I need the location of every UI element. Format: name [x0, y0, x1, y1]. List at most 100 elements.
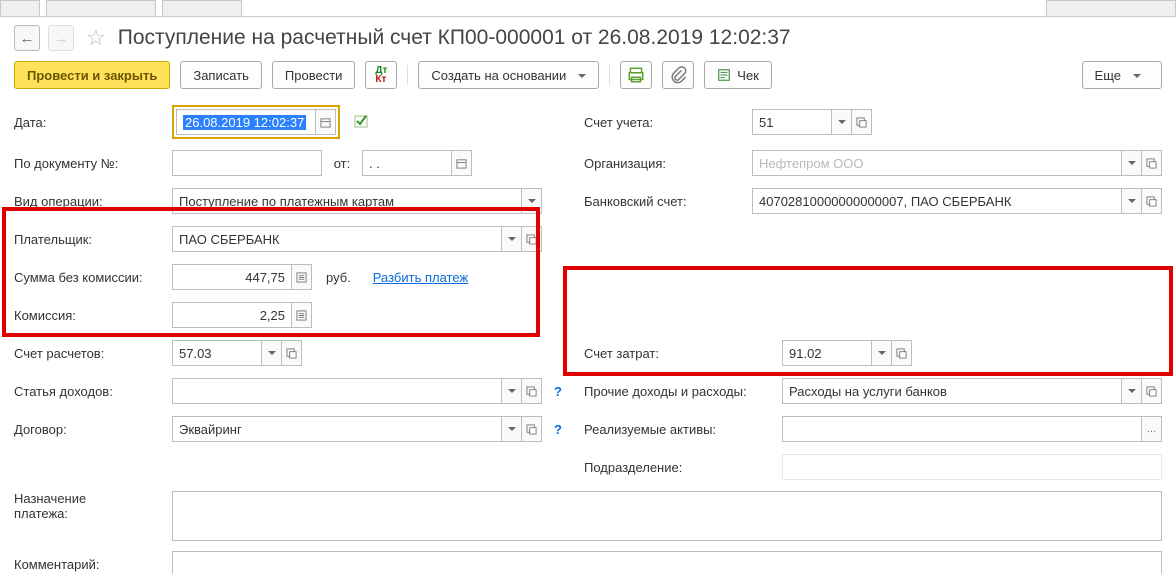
- label-department: Подразделение:: [584, 460, 774, 475]
- dropdown-icon[interactable]: [1121, 189, 1141, 213]
- print-button[interactable]: [620, 61, 652, 89]
- calc-icon[interactable]: [291, 303, 311, 327]
- settle-account-field[interactable]: 57.03: [172, 340, 302, 366]
- purpose-textarea[interactable]: [172, 491, 1162, 541]
- cost-account-field[interactable]: 91.02: [782, 340, 912, 366]
- contract-field[interactable]: Эквайринг: [172, 416, 542, 442]
- open-ext-icon[interactable]: [521, 227, 541, 251]
- gl-account-field[interactable]: 51: [752, 109, 872, 135]
- income-item-field[interactable]: [172, 378, 542, 404]
- dropdown-icon[interactable]: [261, 341, 281, 365]
- label-gl-account: Счет учета:: [584, 115, 744, 130]
- open-ext-icon[interactable]: [521, 417, 541, 441]
- label-org: Организация:: [584, 156, 744, 171]
- open-ext-icon[interactable]: [1141, 151, 1161, 175]
- nav-back-button[interactable]: ←: [14, 25, 40, 51]
- label-purpose: Назначение платежа:: [14, 491, 164, 521]
- paperclip-icon: [669, 66, 687, 84]
- sum-no-fee-field[interactable]: 447,75: [172, 264, 312, 290]
- comment-input[interactable]: [172, 551, 1162, 574]
- dtkt-icon: ДтКт: [375, 66, 387, 84]
- department-field[interactable]: [782, 454, 1162, 480]
- label-from: от:: [330, 156, 354, 171]
- tab-stub: [0, 0, 40, 16]
- doc-date-value: . .: [363, 156, 451, 171]
- contract-value: Эквайринг: [173, 422, 501, 437]
- tab-stub: [1046, 0, 1176, 16]
- assets-sold-field[interactable]: …: [782, 416, 1162, 442]
- sum-no-fee-value: 447,75: [173, 270, 291, 285]
- tab-stub: [46, 0, 156, 16]
- label-comment: Комментарий:: [14, 557, 164, 572]
- org-field[interactable]: Нефтепром ООО: [752, 150, 1162, 176]
- fee-value: 2,25: [173, 308, 291, 323]
- help-icon[interactable]: ?: [554, 384, 562, 399]
- dropdown-icon[interactable]: [521, 189, 541, 213]
- op-kind-field[interactable]: Поступление по платежным картам: [172, 188, 542, 214]
- open-ext-icon[interactable]: [891, 341, 911, 365]
- dropdown-icon[interactable]: [501, 227, 521, 251]
- other-income-expense-field[interactable]: Расходы на услуги банков: [782, 378, 1162, 404]
- open-ext-icon[interactable]: [521, 379, 541, 403]
- payer-field[interactable]: ПАО СБЕРБАНК: [172, 226, 542, 252]
- label-cost-account: Счет затрат:: [584, 346, 774, 361]
- open-ext-icon[interactable]: [851, 110, 871, 134]
- label-bank-account: Банковский счет:: [584, 194, 744, 209]
- page-title: Поступление на расчетный счет КП00-00000…: [118, 26, 791, 50]
- bank-account-value: 40702810000000000007, ПАО СБЕРБАНК: [753, 194, 1121, 209]
- calendar-icon[interactable]: [451, 151, 471, 175]
- toolbar-separator: [407, 65, 408, 85]
- label-contract: Договор:: [14, 422, 164, 437]
- dropdown-icon[interactable]: [501, 417, 521, 441]
- toolbar-separator: [609, 65, 610, 85]
- more-button[interactable]: Еще: [1082, 61, 1162, 89]
- done-mark-icon: [354, 113, 370, 132]
- other-income-expense-value: Расходы на услуги банков: [783, 384, 1121, 399]
- label-income-item: Статья доходов:: [14, 384, 164, 399]
- label-settle-account: Счет расчетов:: [14, 346, 164, 361]
- label-assets-sold: Реализуемые активы:: [584, 422, 774, 437]
- dropdown-icon[interactable]: [871, 341, 891, 365]
- open-ext-icon[interactable]: [281, 341, 301, 365]
- date-value: 26.08.2019 12:02:37: [183, 115, 306, 130]
- settle-account-value: 57.03: [173, 346, 261, 361]
- org-value: Нефтепром ООО: [753, 156, 1121, 171]
- doc-date-field[interactable]: . .: [362, 150, 472, 176]
- payer-value: ПАО СБЕРБАНК: [173, 232, 501, 247]
- calendar-icon[interactable]: [315, 110, 335, 134]
- label-sum-no-fee: Сумма без комиссии:: [14, 270, 164, 285]
- fee-field[interactable]: 2,25: [172, 302, 312, 328]
- dtkt-button[interactable]: ДтКт: [365, 61, 397, 89]
- post-and-close-button[interactable]: Провести и закрыть: [14, 61, 170, 89]
- date-field[interactable]: 26.08.2019 12:02:37: [176, 109, 336, 135]
- receipt-icon: [717, 68, 731, 82]
- dropdown-icon[interactable]: [1121, 151, 1141, 175]
- cost-account-value: 91.02: [783, 346, 871, 361]
- doc-no-field[interactable]: [172, 150, 322, 176]
- label-other-income-expense: Прочие доходы и расходы:: [584, 384, 774, 399]
- help-icon[interactable]: ?: [554, 422, 562, 437]
- save-button[interactable]: Записать: [180, 61, 262, 89]
- split-payment-link[interactable]: Разбить платеж: [373, 270, 468, 285]
- open-ext-icon[interactable]: [1141, 379, 1161, 403]
- create-based-on-button[interactable]: Создать на основании: [418, 61, 599, 89]
- op-kind-value: Поступление по платежным картам: [173, 194, 521, 209]
- favorite-star-icon[interactable]: ☆: [82, 25, 110, 51]
- label-doc-no: По документу №:: [14, 156, 164, 171]
- post-button[interactable]: Провести: [272, 61, 356, 89]
- print-icon: [627, 66, 645, 84]
- calc-icon[interactable]: [291, 265, 311, 289]
- bank-account-field[interactable]: 40702810000000000007, ПАО СБЕРБАНК: [752, 188, 1162, 214]
- dropdown-icon[interactable]: [831, 110, 851, 134]
- attach-button[interactable]: [662, 61, 694, 89]
- currency-label: руб.: [326, 270, 351, 285]
- dropdown-icon[interactable]: [1121, 379, 1141, 403]
- nav-forward-button[interactable]: →: [48, 25, 74, 51]
- dropdown-icon[interactable]: [501, 379, 521, 403]
- label-date: Дата:: [14, 115, 164, 130]
- label-fee: Комиссия:: [14, 308, 164, 323]
- open-ext-icon[interactable]: [1141, 189, 1161, 213]
- cheque-button[interactable]: Чек: [704, 61, 772, 89]
- ellipsis-icon[interactable]: …: [1141, 417, 1161, 441]
- label-op-kind: Вид операции:: [14, 194, 164, 209]
